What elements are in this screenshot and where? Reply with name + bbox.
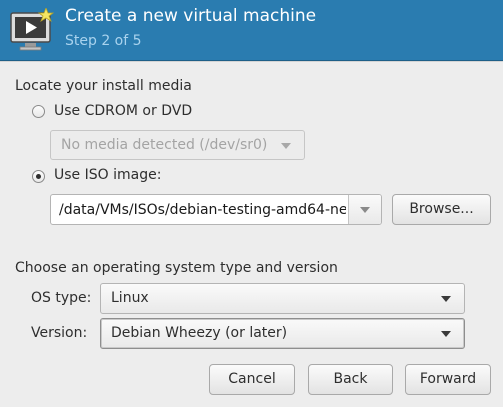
install-media-section-label: Locate your install media [15,78,192,94]
chevron-down-icon [441,331,451,337]
os-type-label: OS type: [31,290,92,306]
iso-radio-label[interactable]: Use ISO image: [54,167,161,183]
os-version-value: Debian Wheezy (or later) [111,325,288,341]
os-version-select[interactable]: Debian Wheezy (or later) [100,318,465,349]
iso-history-dropdown-button[interactable] [348,195,381,224]
os-type-select[interactable]: Linux [100,283,465,314]
os-version-label: Version: [31,325,88,341]
forward-button[interactable]: Forward [405,364,491,395]
os-type-value: Linux [111,290,149,306]
wizard-header: Create a new virtual machine Step 2 of 5 [0,0,503,61]
wizard-title: Create a new virtual machine [65,6,317,26]
chevron-down-icon [441,296,451,302]
chevron-down-icon [281,143,291,149]
iso-path-input[interactable]: /data/VMs/ISOs/debian-testing-amd64-neti… [59,202,346,218]
chevron-down-icon [360,207,370,213]
back-button[interactable]: Back [308,364,393,395]
iso-radio[interactable] [32,170,45,183]
cdrom-radio[interactable] [32,105,45,118]
virtual-machine-monitor-icon [10,8,54,51]
cdrom-device-value: No media detected (/dev/sr0) [61,137,268,153]
wizard-step-indicator: Step 2 of 5 [65,33,142,49]
iso-path-combo[interactable]: /data/VMs/ISOs/debian-testing-amd64-neti… [50,194,382,225]
cdrom-radio-label[interactable]: Use CDROM or DVD [54,103,192,119]
cancel-button[interactable]: Cancel [209,364,295,395]
browse-button[interactable]: Browse... [392,194,491,225]
cdrom-device-select: No media detected (/dev/sr0) [50,130,305,160]
header-divider [0,61,503,62]
os-section-label: Choose an operating system type and vers… [15,260,338,276]
